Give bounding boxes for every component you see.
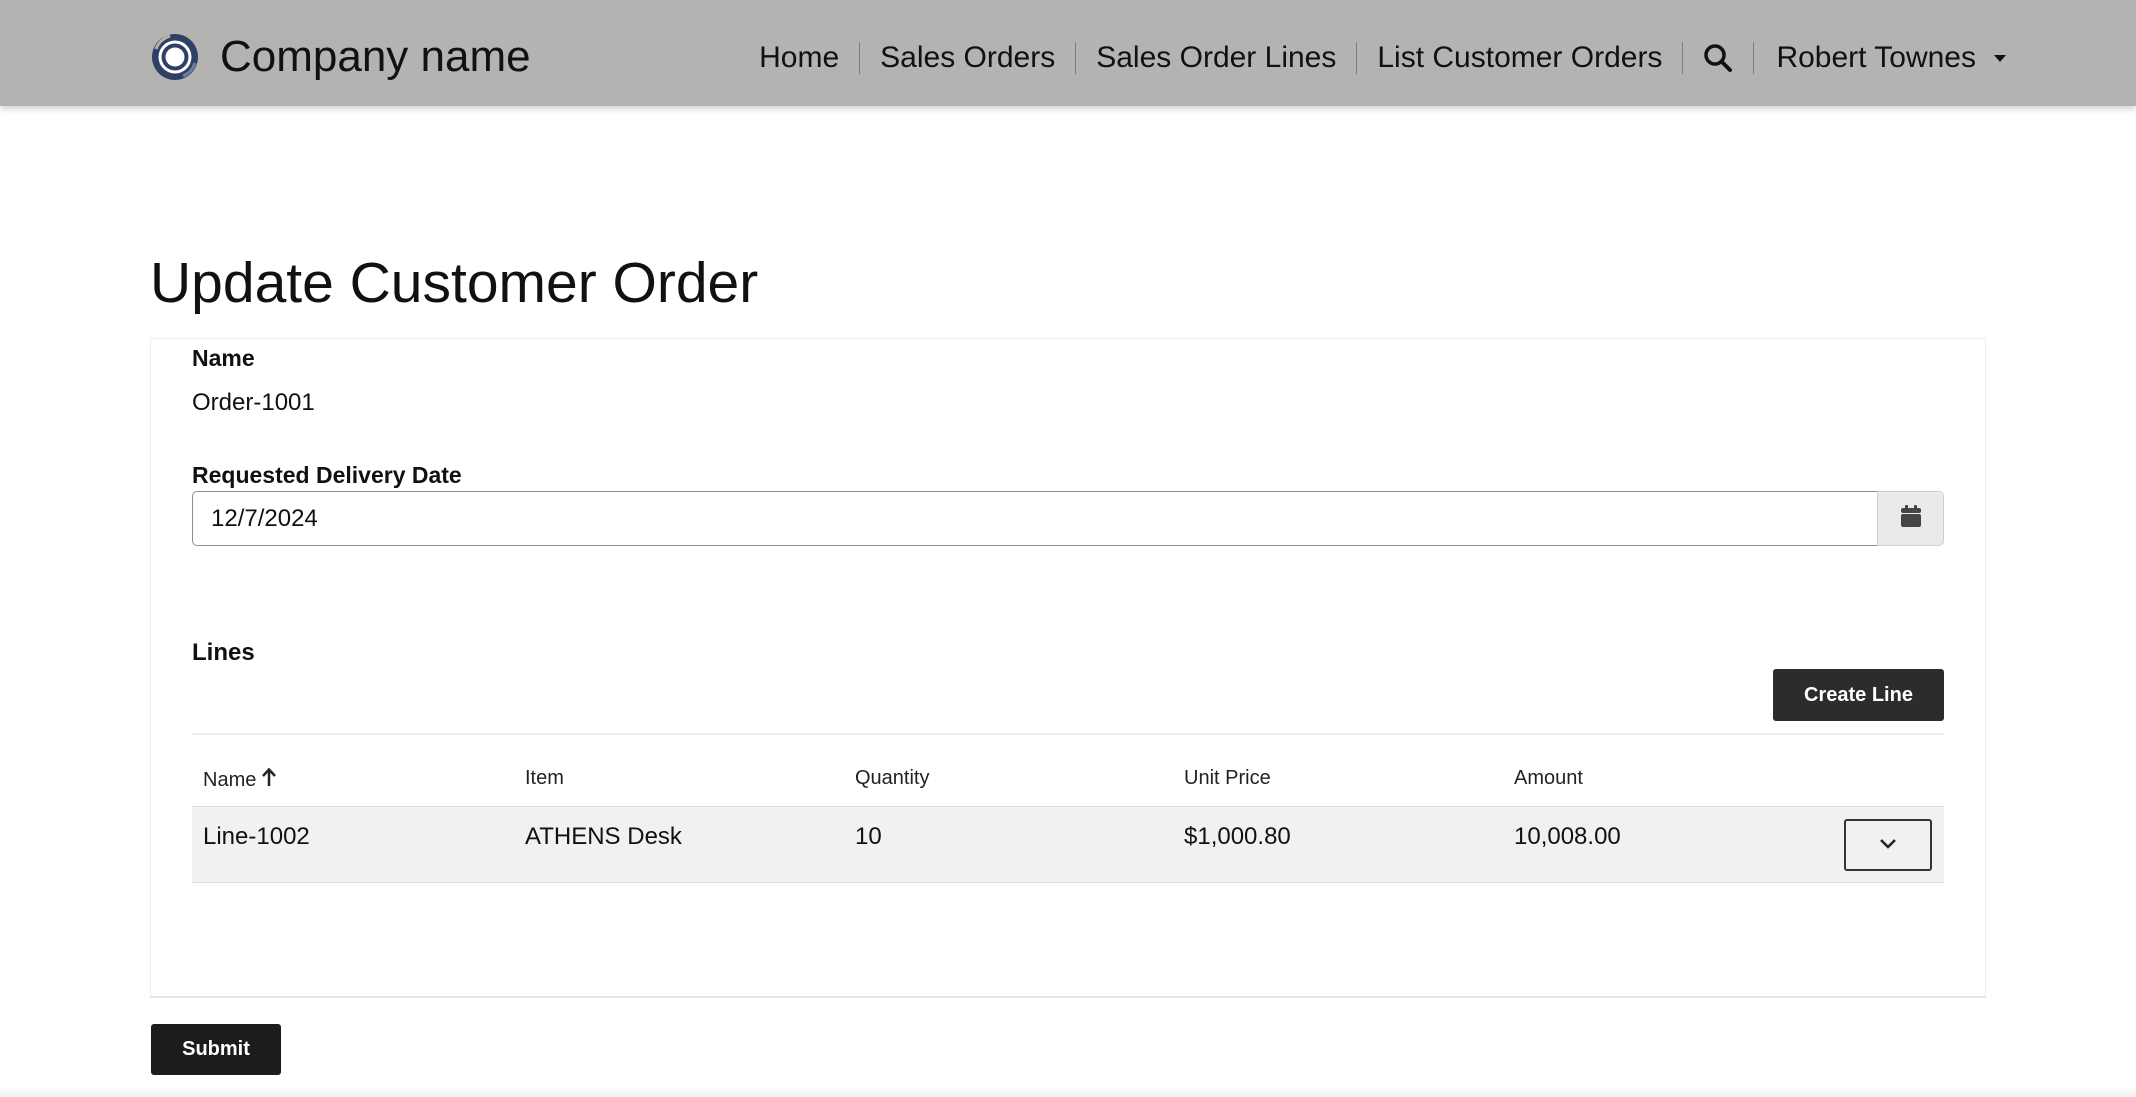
table-row[interactable] bbox=[192, 806, 1944, 883]
chevron-down-icon bbox=[1878, 836, 1898, 854]
top-navigation-bar: Company name Home Sales Orders Sales Ord… bbox=[0, 0, 2136, 106]
column-header-item[interactable]: Item bbox=[525, 767, 564, 790]
column-header-label: Name bbox=[203, 768, 257, 791]
date-picker-button[interactable] bbox=[1877, 491, 1944, 546]
company-name: Company name bbox=[220, 32, 531, 81]
nav-link-sales-orders[interactable]: Sales Orders bbox=[860, 41, 1075, 75]
column-header-unit-price[interactable]: Unit Price bbox=[1184, 767, 1271, 790]
page-title: Update Customer Order bbox=[150, 251, 759, 315]
sort-ascending-icon bbox=[261, 767, 277, 793]
search-icon[interactable] bbox=[1683, 34, 1753, 82]
line-unit-price-cell: $1,000.80 bbox=[1184, 823, 1291, 850]
user-menu[interactable]: Robert Townes bbox=[1754, 41, 2006, 75]
nav-link-list-customer-orders[interactable]: List Customer Orders bbox=[1357, 41, 1682, 75]
create-line-button[interactable]: Create Line bbox=[1773, 669, 1944, 721]
table-divider bbox=[192, 733, 1944, 735]
submit-button[interactable]: Submit bbox=[151, 1024, 281, 1075]
user-name: Robert Townes bbox=[1776, 41, 1976, 74]
line-amount-cell: 10,008.00 bbox=[1514, 823, 1621, 850]
nav-link-home[interactable]: Home bbox=[739, 41, 859, 75]
page-bottom-edge bbox=[0, 1086, 2136, 1097]
order-name-value: Order-1001 bbox=[192, 389, 315, 416]
row-actions-button[interactable] bbox=[1844, 819, 1932, 871]
brand[interactable]: Company name bbox=[150, 32, 531, 82]
lines-heading: Lines bbox=[192, 639, 255, 666]
calendar-icon bbox=[1900, 505, 1921, 532]
nav-link-sales-order-lines[interactable]: Sales Order Lines bbox=[1076, 41, 1356, 75]
caret-down-icon bbox=[1994, 54, 2006, 62]
line-item-cell: ATHENS Desk bbox=[525, 823, 682, 850]
main-nav: Home Sales Orders Sales Order Lines List… bbox=[739, 34, 2006, 82]
company-logo-icon bbox=[150, 32, 200, 82]
customer-order-form bbox=[150, 338, 1986, 998]
column-header-quantity[interactable]: Quantity bbox=[855, 767, 929, 790]
name-label: Name bbox=[192, 345, 255, 371]
delivery-date-input[interactable] bbox=[192, 491, 1878, 546]
line-quantity-cell: 10 bbox=[855, 823, 882, 850]
line-name-cell: Line-1002 bbox=[203, 823, 310, 850]
delivery-date-label: Requested Delivery Date bbox=[192, 462, 462, 488]
column-header-name[interactable]: Name bbox=[203, 767, 277, 793]
column-header-amount[interactable]: Amount bbox=[1514, 767, 1583, 790]
